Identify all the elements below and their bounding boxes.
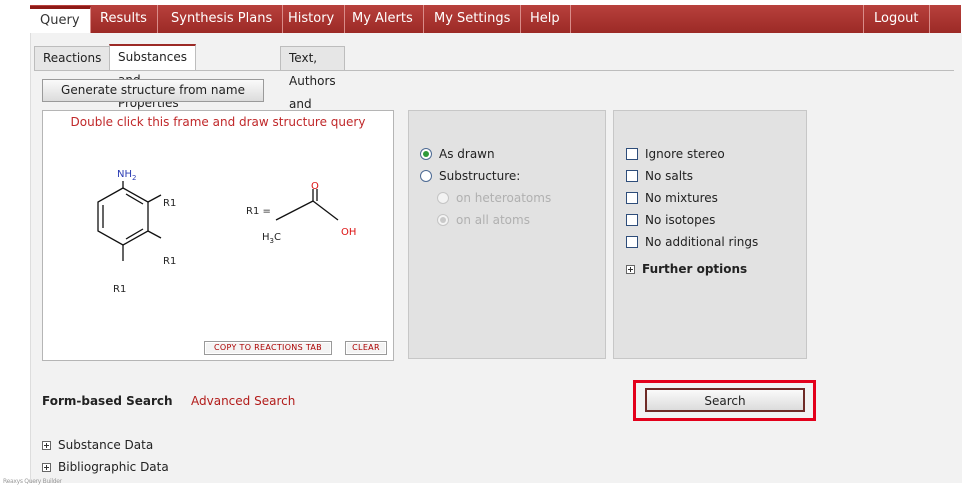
generate-structure-button[interactable]: Generate structure from name: [42, 79, 264, 102]
radio-icon: [437, 214, 449, 226]
checkbox-icon[interactable]: [626, 236, 638, 248]
footer-text: Reaxys Query Builder: [3, 478, 62, 485]
expand-plus-icon: [42, 440, 51, 450]
tab-divider: [34, 70, 954, 71]
form-based-search-label: Form-based Search: [42, 394, 173, 408]
copy-to-reactions-button[interactable]: COPY TO REACTIONS TAB: [204, 341, 332, 355]
radio-icon[interactable]: [420, 170, 432, 182]
advanced-search-link[interactable]: Advanced Search: [191, 394, 295, 408]
r1-label: R1: [163, 198, 177, 209]
top-navigation: Query Results Synthesis Plans History My…: [30, 5, 961, 34]
clear-structure-button[interactable]: CLEAR: [345, 341, 387, 355]
nav-results[interactable]: Results: [90, 5, 158, 33]
on-heteroatoms-option: on heteroatoms: [437, 191, 551, 205]
nav-my-settings[interactable]: My Settings: [424, 5, 522, 33]
tab-substances-and-properties[interactable]: Substances and Properties: [109, 44, 196, 110]
h3c-label: H3C: [262, 232, 281, 245]
ignore-stereo-checkbox[interactable]: Ignore stereo: [626, 147, 725, 161]
checkbox-icon[interactable]: [626, 192, 638, 204]
r1-definition-label: R1 =: [246, 206, 271, 217]
bibliographic-data-node[interactable]: Bibliographic Data: [42, 460, 169, 474]
tab-reactions[interactable]: Reactions: [34, 46, 111, 70]
expand-plus-icon: [42, 462, 51, 472]
no-mixtures-checkbox[interactable]: No mixtures: [626, 191, 718, 205]
checkbox-icon[interactable]: [626, 170, 638, 182]
structure-editor-frame[interactable]: Double click this frame and draw structu…: [42, 110, 394, 361]
substance-data-node[interactable]: Substance Data: [42, 438, 153, 452]
radio-icon: [437, 192, 449, 204]
nav-help[interactable]: Help: [520, 5, 571, 33]
tab-text-authors[interactable]: Text, Authors and more: [280, 46, 345, 134]
expand-plus-icon: [626, 264, 635, 274]
logout-button[interactable]: Logout: [863, 5, 930, 33]
on-all-atoms-option: on all atoms: [437, 213, 530, 227]
nav-query[interactable]: Query: [30, 6, 91, 33]
search-button[interactable]: Search: [645, 388, 805, 412]
nav-history[interactable]: History: [278, 5, 346, 33]
substructure-option[interactable]: Substructure:: [420, 169, 520, 183]
as-drawn-option[interactable]: As drawn: [420, 147, 495, 161]
r1-label: R1: [163, 256, 177, 267]
r1-label: R1: [113, 284, 127, 295]
no-additional-rings-checkbox[interactable]: No additional rings: [626, 235, 758, 249]
nh2-label: NH2: [117, 169, 137, 182]
checkbox-icon[interactable]: [626, 214, 638, 226]
no-salts-checkbox[interactable]: No salts: [626, 169, 693, 183]
radio-icon[interactable]: [420, 148, 432, 160]
oxygen-label: O: [311, 181, 319, 192]
further-options-toggle[interactable]: Further options: [626, 262, 747, 276]
nav-synthesis-plans[interactable]: Synthesis Plans: [161, 5, 284, 33]
no-isotopes-checkbox[interactable]: No isotopes: [626, 213, 715, 227]
hydroxyl-label: OH: [341, 227, 357, 238]
nav-my-alerts[interactable]: My Alerts: [342, 5, 424, 33]
checkbox-icon[interactable]: [626, 148, 638, 160]
